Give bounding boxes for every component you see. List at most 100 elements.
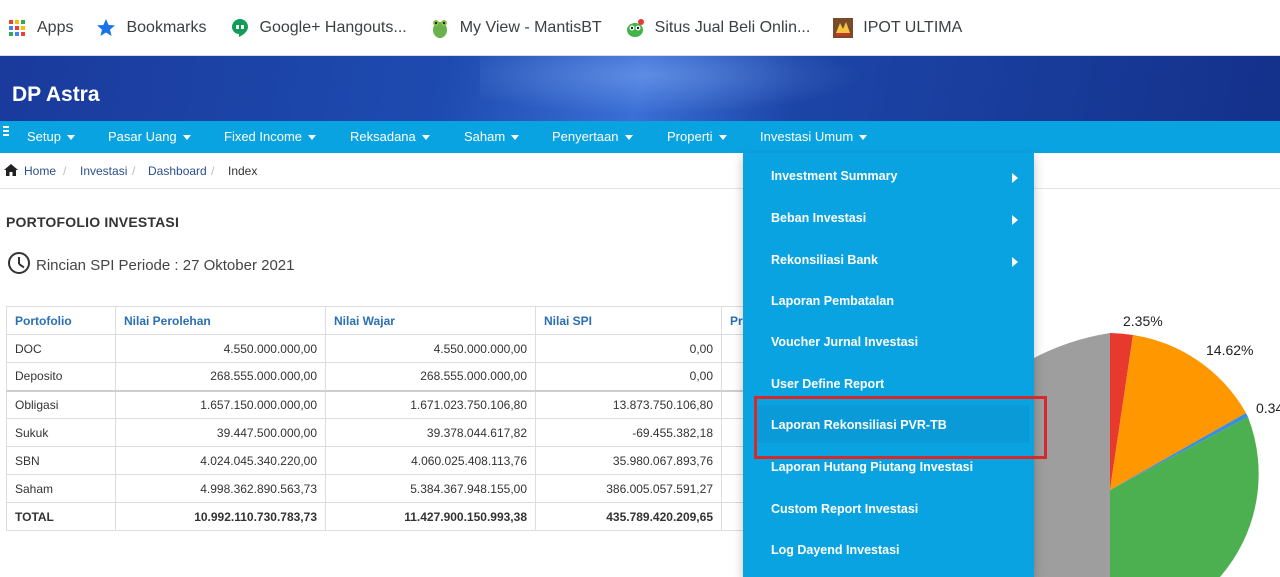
breadcrumb-separator: / [211, 164, 215, 178]
menu-investasi-umum[interactable]: Investasi Umum [760, 121, 868, 153]
menu-saham[interactable]: Saham [464, 121, 520, 153]
breadcrumb-investasi[interactable]: Investasi [80, 164, 127, 178]
dropdown-item-log-dayend[interactable]: Log Dayend Investasi [771, 543, 900, 557]
cell-portofolio: DOC [6, 334, 116, 363]
breadcrumb-index: Index [228, 164, 258, 178]
dropdown-item-laporan-hutang-piutang[interactable]: Laporan Hutang Piutang Investasi [771, 460, 973, 474]
cell-nilai-perolehan: 10.992.110.730.783,73 [115, 502, 326, 531]
table-total-row: TOTAL 10.992.110.730.783,73 11.427.900.1… [6, 502, 762, 531]
cell-nilai-wajar: 4.550.000.000,00 [325, 334, 536, 363]
pie-label: 0.34 [1256, 400, 1280, 416]
menu-label: Reksadana [350, 129, 416, 144]
breadcrumb: Home / Investasi / Dashboard / Index [0, 153, 1280, 189]
cell-nilai-perolehan: 4.024.045.340.220,00 [115, 446, 326, 475]
cell-nilai-spi: 386.005.057.591,27 [535, 474, 722, 503]
table-header-row: Portofolio Nilai Perolehan Nilai Wajar N… [6, 306, 762, 335]
menu-label: Penyertaan [552, 129, 619, 144]
dropdown-item-rekonsiliasi-bank[interactable]: Rekonsiliasi Bank [771, 253, 878, 267]
hamburger-icon[interactable] [3, 126, 9, 138]
caret-down-icon [859, 135, 868, 141]
cell-nilai-spi: 435.789.420.209,65 [535, 502, 722, 531]
bookmark-mantis[interactable]: My View - MantisBT [429, 12, 612, 44]
pie-label: 2.35% [1123, 313, 1163, 329]
page-title: PORTOFOLIO INVESTASI [6, 214, 180, 230]
bookmark-shop[interactable]: Situs Jual Beli Onlin... [624, 12, 821, 44]
header-decoration [480, 56, 900, 121]
col-portofolio[interactable]: Portofolio [6, 306, 116, 335]
menu-setup[interactable]: Setup [27, 121, 75, 153]
main-menu-bar: Setup Pasar Uang Fixed Income Reksadana … [0, 121, 1280, 153]
cell-nilai-wajar: 39.378.044.617,82 [325, 418, 536, 447]
menu-label: Investasi Umum [760, 129, 854, 144]
dropdown-item-custom-report[interactable]: Custom Report Investasi [771, 502, 918, 516]
caret-down-icon [308, 135, 317, 141]
chevron-right-icon [1012, 215, 1018, 225]
dropdown-item-laporan-pembatalan[interactable]: Laporan Pembatalan [771, 294, 894, 308]
col-nilai-perolehan[interactable]: Nilai Perolehan [115, 306, 326, 335]
investasi-umum-dropdown: Investment Summary Beban Investasi Rekon… [743, 153, 1034, 577]
cell-nilai-perolehan: 4.550.000.000,00 [115, 334, 326, 363]
apps-grid-icon [6, 17, 28, 39]
brand-title[interactable]: DP Astra [12, 83, 100, 107]
period-heading: Rincian SPI Periode : 27 Oktober 2021 [8, 252, 295, 274]
dropdown-item-voucher-jurnal[interactable]: Voucher Jurnal Investasi [771, 335, 918, 349]
cell-nilai-perolehan: 39.447.500.000,00 [115, 418, 326, 447]
caret-down-icon [511, 135, 520, 141]
bookmark-apps[interactable]: Apps [6, 12, 83, 44]
pie-label: 14.62% [1206, 342, 1254, 358]
cell-portofolio: SBN [6, 446, 116, 475]
menu-properti[interactable]: Properti [667, 121, 727, 153]
bookmarks-bar: Apps Bookmarks Google+ Hangouts... My Vi… [0, 0, 1280, 56]
menu-label: Setup [27, 129, 61, 144]
dropdown-item-investment-summary[interactable]: Investment Summary [771, 169, 897, 183]
breadcrumb-dashboard[interactable]: Dashboard [148, 164, 207, 178]
shop-icon [624, 17, 646, 39]
ipot-icon [832, 17, 854, 39]
caret-down-icon [182, 135, 191, 141]
cell-nilai-perolehan: 1.657.150.000.000,00 [115, 389, 326, 419]
menu-reksadana[interactable]: Reksadana [350, 121, 430, 153]
breadcrumb-home[interactable]: Home [24, 164, 56, 178]
cell-portofolio: Deposito [6, 362, 116, 391]
highlight-annotation-box [754, 396, 1047, 459]
star-icon [95, 17, 117, 39]
dropdown-item-beban-investasi[interactable]: Beban Investasi [771, 211, 866, 225]
cell-nilai-wajar: 1.671.023.750.106,80 [325, 389, 536, 419]
table-row: Saham 4.998.362.890.563,73 5.384.367.948… [6, 474, 762, 503]
mantis-icon [429, 17, 451, 39]
home-icon[interactable] [4, 164, 18, 179]
col-nilai-spi[interactable]: Nilai SPI [535, 306, 722, 335]
caret-down-icon [421, 135, 430, 141]
cell-nilai-spi: 35.980.067.893,76 [535, 446, 722, 475]
cell-portofolio: Obligasi [6, 389, 116, 419]
table-row: Deposito 268.555.000.000,00 268.555.000.… [6, 362, 762, 391]
caret-down-icon [624, 135, 633, 141]
cell-portofolio: Sukuk [6, 418, 116, 447]
cell-portofolio: Saham [6, 474, 116, 503]
menu-penyertaan[interactable]: Penyertaan [552, 121, 633, 153]
hangouts-icon [229, 17, 251, 39]
menu-fixed-income[interactable]: Fixed Income [224, 121, 317, 153]
col-nilai-wajar[interactable]: Nilai Wajar [325, 306, 536, 335]
table-row: Obligasi 1.657.150.000.000,00 1.671.023.… [6, 389, 762, 419]
bookmark-hangouts[interactable]: Google+ Hangouts... [229, 12, 417, 44]
bookmark-ipot[interactable]: IPOT ULTIMA [832, 12, 972, 44]
bookmark-label: Apps [37, 18, 74, 36]
portfolio-table: Portofolio Nilai Perolehan Nilai Wajar N… [6, 306, 762, 531]
chevron-right-icon [1012, 257, 1018, 267]
dropdown-item-user-define-report[interactable]: User Define Report [771, 377, 884, 391]
cell-nilai-perolehan: 4.998.362.890.563,73 [115, 474, 326, 503]
menu-pasar-uang[interactable]: Pasar Uang [108, 121, 191, 153]
bookmark-label: IPOT ULTIMA [863, 18, 963, 36]
cell-nilai-spi: -69.455.382,18 [535, 418, 722, 447]
period-text: Rincian SPI Periode : 27 Oktober 2021 [36, 257, 295, 274]
cell-nilai-wajar: 5.384.367.948.155,00 [325, 474, 536, 503]
bookmark-label: Situs Jual Beli Onlin... [654, 18, 811, 36]
bookmark-bookmarks[interactable]: Bookmarks [95, 12, 216, 44]
menu-label: Saham [464, 129, 506, 144]
cell-nilai-perolehan: 268.555.000.000,00 [115, 362, 326, 391]
cell-nilai-wajar: 268.555.000.000,00 [325, 362, 536, 391]
cell-nilai-spi: 0,00 [535, 334, 722, 363]
chevron-right-icon [1012, 173, 1018, 183]
table-row: DOC 4.550.000.000,00 4.550.000.000,00 0,… [6, 334, 762, 363]
